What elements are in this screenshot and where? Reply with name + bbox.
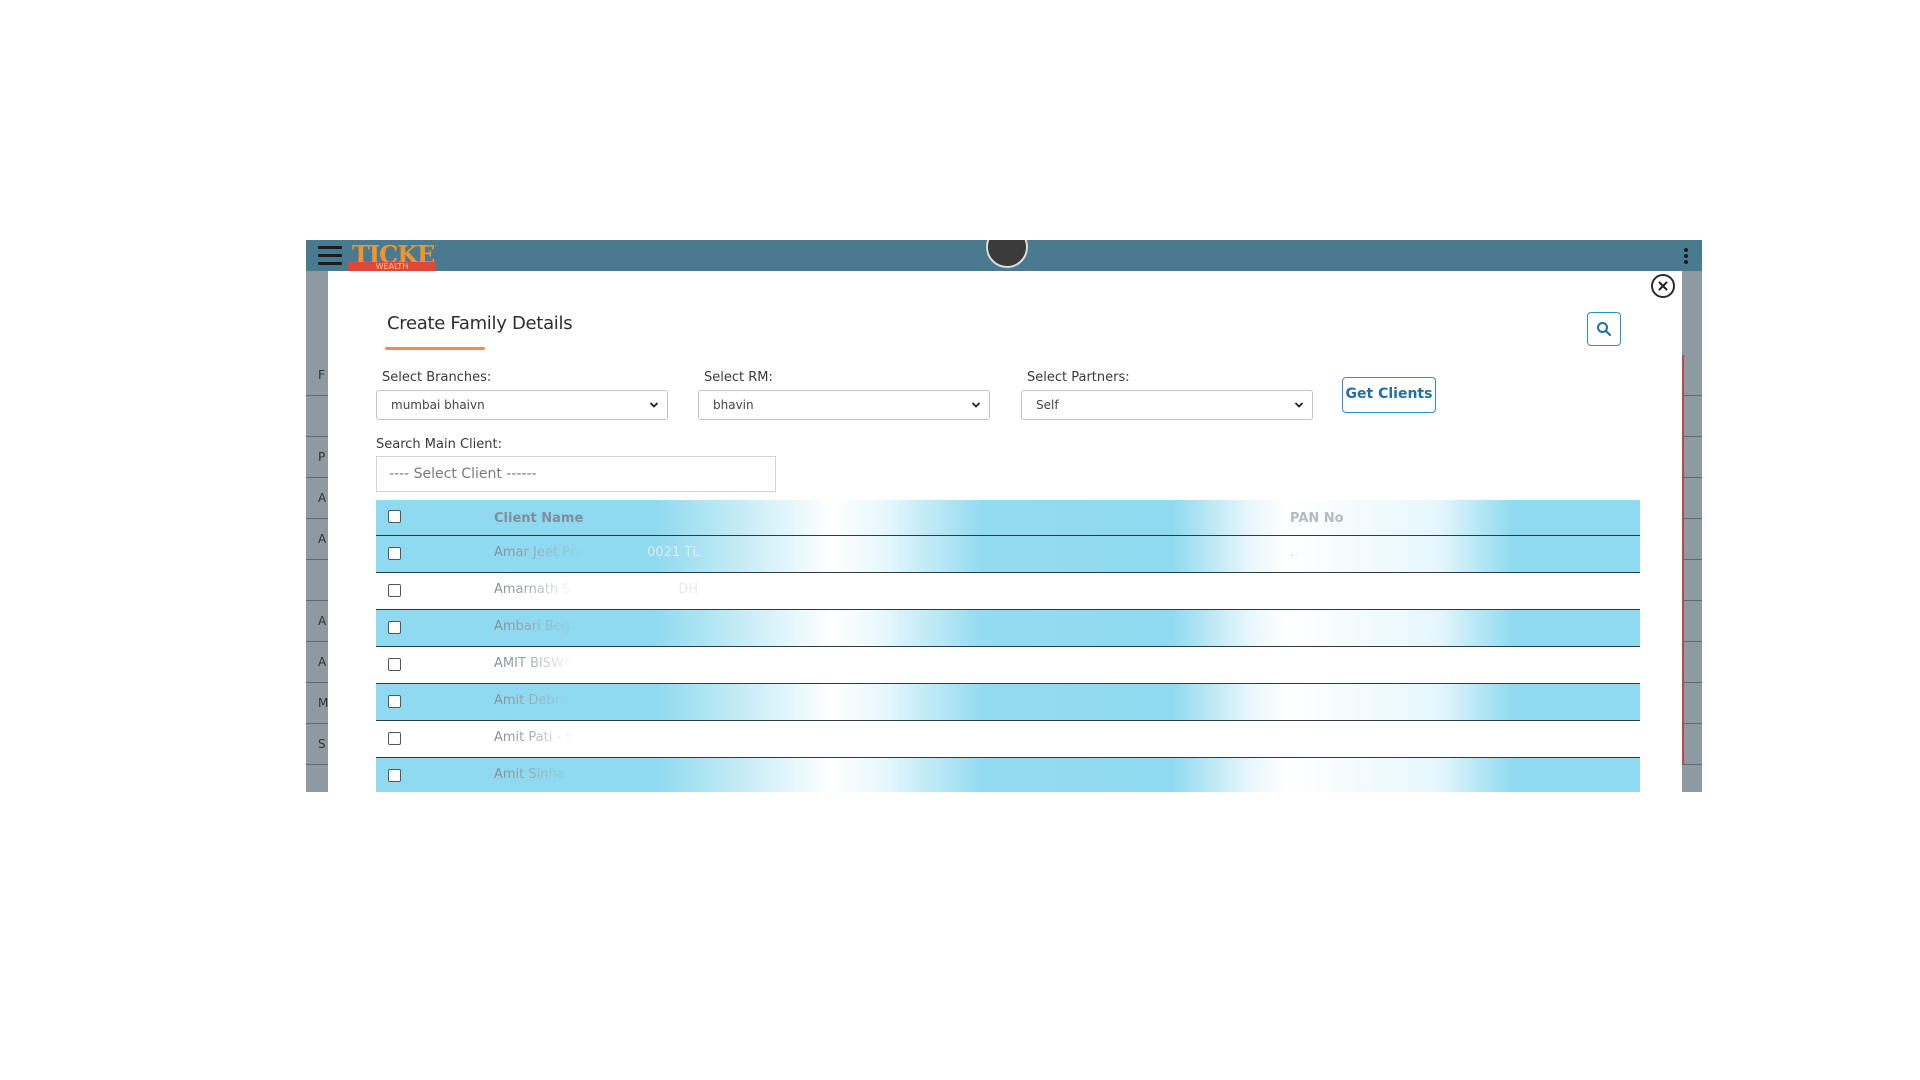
chevron-down-icon [1294, 402, 1304, 408]
bg-cell: A [306, 601, 330, 642]
client-name-cell: Amit Debna [494, 684, 571, 718]
bg-cell: F [306, 355, 330, 396]
hamburger-menu-icon[interactable] [318, 246, 342, 266]
client-name-cell: Ambari Bega [494, 610, 578, 644]
partners-label: Select Partners: [1027, 370, 1130, 385]
client-name: Amit Pati - S [494, 730, 574, 745]
rm-label: Select RM: [704, 370, 773, 385]
logo-subtext: WEALTH [348, 262, 436, 271]
partners-selected-value: Self [1036, 398, 1059, 412]
client-name: Amit Sinha - [494, 767, 574, 782]
row-checkbox[interactable] [388, 547, 401, 560]
bg-cell: P [306, 437, 330, 478]
bg-cell: M [306, 683, 330, 724]
row-checkbox[interactable] [388, 658, 401, 671]
title-underline [385, 347, 485, 350]
main-client-placeholder: ---- Select Client ------ [389, 466, 537, 482]
row-checkbox[interactable] [388, 695, 401, 708]
table-row[interactable]: AMIT BISWA [376, 647, 1640, 684]
rm-select[interactable]: bhavin [698, 390, 990, 420]
app-logo[interactable]: TICKER WEALTH [348, 240, 436, 271]
table-row[interactable]: Amit Pati - S [376, 721, 1640, 758]
row-checkbox[interactable] [388, 769, 401, 782]
table-header-row: Client Name PAN No [376, 500, 1640, 536]
table-row[interactable]: Amit Debna [376, 684, 1640, 721]
bg-cell [306, 560, 330, 601]
chevron-down-icon [971, 402, 981, 408]
rm-selected-value: bhavin [713, 398, 754, 412]
close-modal-button[interactable] [1651, 274, 1675, 298]
bg-cell: S [306, 724, 330, 765]
avatar[interactable] [986, 240, 1028, 268]
modal-title: Create Family Details [387, 313, 573, 334]
search-button[interactable] [1587, 312, 1621, 346]
client-name-cell: AMIT BISWA [494, 647, 572, 681]
main-client-select[interactable]: ---- Select Client ------ [376, 456, 776, 492]
chevron-down-icon [649, 402, 659, 408]
main-client-label: Search Main Client: [376, 437, 502, 452]
column-header-client-name: Client Name [494, 511, 584, 526]
client-name: Amar Jeet Pra [494, 545, 583, 560]
branches-label: Select Branches: [382, 370, 492, 385]
client-name-cell: Amarnath Si DH [494, 573, 698, 607]
client-name-cell: Amar Jeet Pra 0021 TL [494, 536, 700, 570]
table-row[interactable]: Amar Jeet Pra 0021 TL ... [376, 536, 1640, 573]
client-name-suffix: 0021 TL [647, 545, 700, 560]
clients-table: Client Name PAN No Amar Jeet Pra 0021 TL… [376, 500, 1640, 792]
client-name-suffix: DH [678, 582, 699, 597]
background-table-left-column: F P A A A A M S [306, 355, 330, 792]
client-name: AMIT BISWA [494, 656, 573, 671]
bg-cell [306, 396, 330, 437]
get-clients-button[interactable]: Get Clients [1342, 377, 1436, 413]
client-name-cell: Amit Pati - S [494, 721, 574, 755]
app-topbar: TICKER WEALTH [306, 240, 1702, 271]
pan-cell: ... [1290, 536, 1302, 570]
row-checkbox[interactable] [388, 621, 401, 634]
row-checkbox[interactable] [388, 584, 401, 597]
branches-select[interactable]: mumbai bhaivn [376, 390, 668, 420]
client-name: Ambari Bega [494, 619, 578, 634]
bg-cell: A [306, 642, 330, 683]
search-icon [1597, 322, 1612, 337]
bg-cell: A [306, 478, 330, 519]
client-name-cell: Amit Sinha - [494, 758, 574, 792]
branches-selected-value: mumbai bhaivn [391, 398, 485, 412]
select-all-checkbox[interactable] [388, 510, 401, 523]
table-row[interactable]: Amarnath Si DH [376, 573, 1640, 610]
background-table-right-column [1682, 355, 1702, 792]
column-header-pan-no: PAN No [1290, 511, 1344, 526]
close-icon [1658, 281, 1668, 291]
row-checkbox[interactable] [388, 732, 401, 745]
client-name: Amit Debna [494, 693, 571, 708]
table-row[interactable]: Amit Sinha - [376, 758, 1640, 792]
kebab-menu-icon[interactable] [1684, 248, 1688, 264]
table-row[interactable]: Ambari Bega [376, 610, 1640, 647]
partners-select[interactable]: Self [1021, 390, 1313, 420]
bg-cell: A [306, 519, 330, 560]
create-family-modal: Create Family Details Select Branches: m… [328, 271, 1682, 792]
client-name: Amarnath Si [494, 582, 575, 597]
